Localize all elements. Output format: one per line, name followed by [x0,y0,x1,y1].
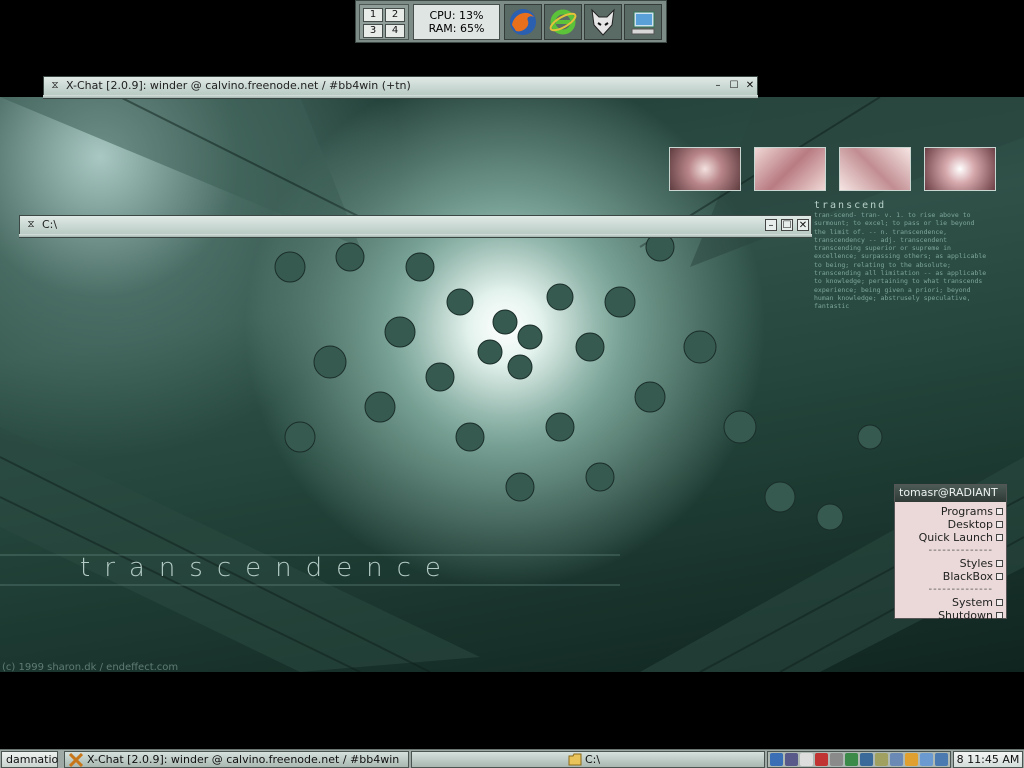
clock-icon[interactable] [905,753,918,766]
explorer-window-body [19,234,812,238]
connection-icon[interactable] [860,753,873,766]
workspace-pager: 1 2 3 4 [359,4,409,40]
speaker-icon[interactable] [890,753,903,766]
internet-explorer-icon[interactable] [544,4,582,40]
task-xchat-label: X-Chat [2.0.9]: winder @ calvino.freenod… [87,753,400,766]
xchat-title: X-Chat [2.0.9]: winder @ calvino.freenod… [66,79,411,92]
menu-title: tomasr@RADIANT [895,485,1006,502]
hardware-icon[interactable] [830,753,843,766]
user-icon[interactable] [920,753,933,766]
wallpaper-thumbnail-3 [839,147,911,191]
xchat-window-body [43,95,758,99]
workspace-4-button[interactable]: 4 [385,24,405,38]
ram-usage: RAM: 65% [428,22,485,35]
display-icon[interactable] [935,753,948,766]
wallpaper-title: transcendence [80,553,455,583]
submenu-icon [996,508,1003,515]
minimize-icon[interactable]: – [712,80,724,92]
menu-item-desktop[interactable]: Desktop [895,518,1006,531]
menu-item-quick-launch[interactable]: Quick Launch [895,531,1006,544]
system-monitor: CPU: 13% RAM: 65% [413,4,500,40]
menu-item-styles[interactable]: Styles [895,557,1006,570]
workspace-label[interactable]: damnatio [1,751,58,768]
wallpaper-copyright: (c) 1999 sharon.dk / endeffect.com [2,662,179,673]
wallpaper-thumbnail-1 [669,147,741,191]
submenu-icon [996,599,1003,606]
foobar-fox-icon[interactable] [584,4,622,40]
wallpaper-text-block: transcend tran-scend- tran- v. 1. to ris… [814,200,990,324]
menu-separator: -------------- [928,584,993,595]
maximize-icon[interactable]: ☐ [728,80,740,92]
close-icon[interactable]: ✕ [797,219,809,231]
submenu-icon [996,573,1003,580]
submenu-icon [996,534,1003,541]
messenger-icon[interactable] [845,753,858,766]
my-computer-icon[interactable] [624,4,662,40]
blackbox-toolbar: 1 2 3 4 CPU: 13% RAM: 65% [355,0,667,43]
workspace-3-button[interactable]: 3 [363,24,383,38]
workspace-1-button[interactable]: 1 [363,8,383,22]
folder-icon [568,753,582,768]
maximize-icon[interactable]: ☐ [781,219,793,231]
wallpaper-thumbnail-2 [754,147,826,191]
menu-item-blackbox[interactable]: BlackBox [895,570,1006,583]
wallpaper-block-text: tran-scend- tran- v. 1. to rise above to… [814,211,990,311]
plug-icon[interactable] [875,753,888,766]
submenu-icon [996,612,1003,619]
foobar-tray-icon[interactable] [800,753,813,766]
xchat-titlebar[interactable]: ⧖ X-Chat [2.0.9]: winder @ calvino.freen… [43,76,758,96]
task-xchat[interactable]: X-Chat [2.0.9]: winder @ calvino.freenod… [64,751,409,768]
wallpaper-thumbnail-4 [924,147,996,191]
close-icon[interactable]: ✕ [744,80,756,92]
window-menu-icon[interactable]: ⧖ [25,219,37,231]
minimize-icon[interactable]: – [765,219,777,231]
task-explorer-label: C:\ [585,753,601,766]
menu-item-shutdown[interactable]: Shutdown [895,609,1006,622]
menu-item-system[interactable]: System [895,596,1006,609]
antivirus-icon[interactable] [815,753,828,766]
explorer-titlebar[interactable]: ⧖ C:\ – ☐ ✕ [19,215,812,235]
system-tray [767,751,951,768]
clock[interactable]: 8 11:45 AM [953,751,1023,768]
submenu-icon [996,521,1003,528]
cpu-usage: CPU: 13% [429,9,484,22]
network-icon[interactable] [770,753,783,766]
firefox-icon[interactable] [504,4,542,40]
menu-separator: -------------- [928,545,993,556]
monitor-icon[interactable] [785,753,798,766]
task-explorer[interactable]: C:\ [411,751,765,768]
taskbar: damnatio X-Chat [2.0.9]: winder @ calvin… [0,749,1024,768]
submenu-icon [996,560,1003,567]
menu-item-programs[interactable]: Programs [895,505,1006,518]
root-menu: tomasr@RADIANT Programs Desktop Quick La… [894,484,1007,622]
window-menu-icon[interactable]: ⧖ [49,80,61,92]
workspace-2-button[interactable]: 2 [385,8,405,22]
explorer-title: C:\ [42,218,58,231]
wallpaper-block-heading: transcend [814,200,887,211]
xchat-icon [68,752,84,768]
